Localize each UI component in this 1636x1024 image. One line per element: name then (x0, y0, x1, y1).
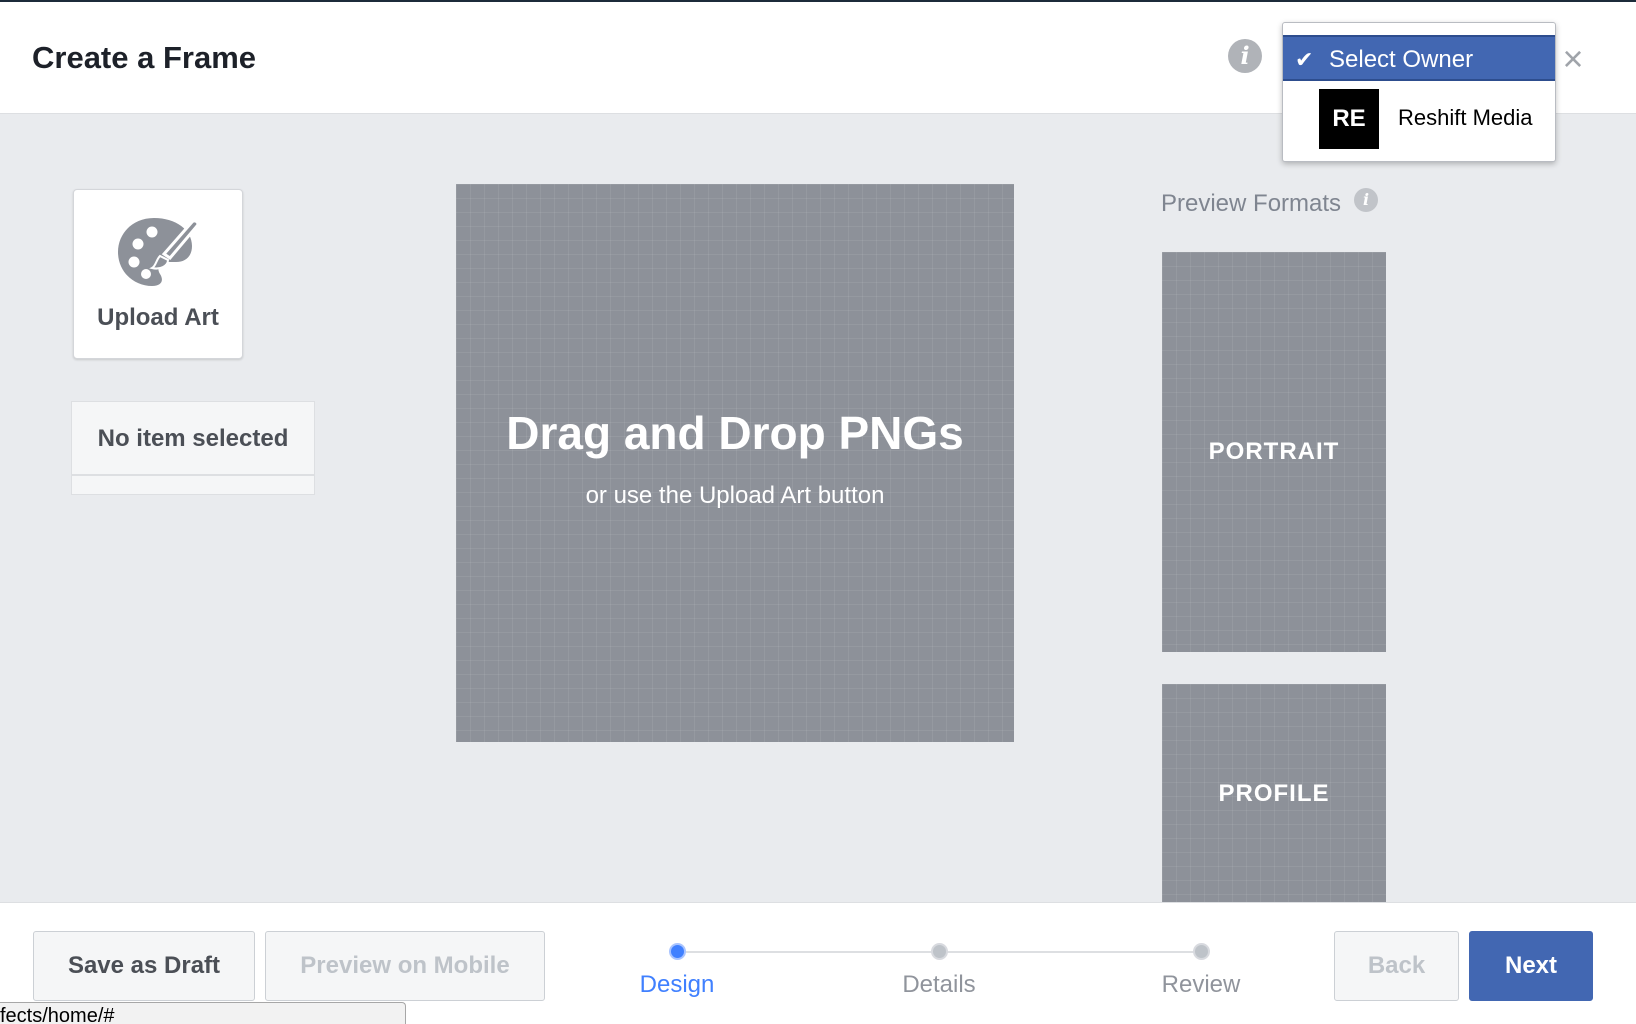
preview-portrait[interactable]: PORTRAIT (1162, 252, 1386, 652)
upload-art-button[interactable]: Upload Art (73, 189, 243, 359)
step-dot-design[interactable] (669, 943, 686, 960)
owner-name: Reshift Media (1398, 105, 1533, 130)
drop-zone-title: Drag and Drop PNGs (506, 407, 964, 459)
dialog-title: Create a Frame (32, 40, 257, 75)
owner-option-select-owner[interactable]: ✔ Select Owner (1283, 35, 1555, 81)
layer-list: No item selected (71, 401, 315, 495)
info-icon[interactable]: i (1228, 39, 1262, 73)
owner-option-label: Select Owner (1329, 46, 1474, 73)
preview-mobile-button[interactable]: Preview on Mobile (265, 931, 545, 1001)
back-button[interactable]: Back (1334, 931, 1459, 1001)
step-dot-review[interactable] (1193, 943, 1210, 960)
drop-zone-subtitle: or use the Upload Art button (585, 482, 885, 509)
drop-zone[interactable]: Drag and Drop PNGs or use the Upload Art… (456, 184, 1014, 742)
next-button[interactable]: Next (1469, 931, 1593, 1001)
no-item-selected-text: No item selected (72, 402, 314, 476)
step-label-design[interactable]: Design (607, 971, 747, 999)
close-icon[interactable]: × (1558, 41, 1588, 77)
upload-art-label: Upload Art (97, 304, 219, 331)
step-label-review[interactable]: Review (1131, 971, 1271, 999)
stepper-line (939, 951, 1201, 953)
preview-info-icon[interactable]: i (1354, 188, 1378, 212)
step-label-details[interactable]: Details (869, 971, 1009, 999)
owner-option-reshift-media[interactable]: RE Reshift Media (1283, 89, 1555, 153)
step-dot-details[interactable] (931, 943, 948, 960)
owner-dropdown-menu: ✔ Select Owner RE Reshift Media (1282, 22, 1556, 162)
palette-icon (118, 218, 200, 286)
status-bar-url: fects/home/# (0, 1002, 406, 1024)
stepper-line (677, 951, 939, 953)
preview-formats-title: Preview Formats (1161, 190, 1342, 217)
save-draft-button[interactable]: Save as Draft (33, 931, 255, 1001)
create-frame-dialog: Create a Frame i × Upload Art No item se… (0, 2, 1636, 1024)
owner-logo: RE (1319, 89, 1379, 149)
checkmark-icon: ✔ (1295, 47, 1314, 72)
preview-profile[interactable]: PROFILE (1162, 684, 1386, 902)
